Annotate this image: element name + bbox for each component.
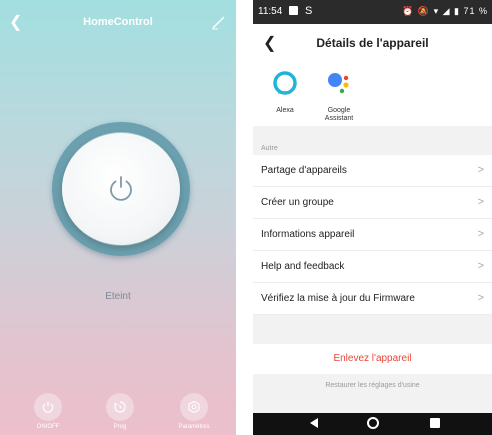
power-button[interactable] xyxy=(62,133,180,245)
settings-menu: Partage d'appareils > Créer un groupe > … xyxy=(253,155,492,315)
pencil-icon[interactable] xyxy=(210,14,226,30)
menu-item-label: Partage d'appareils xyxy=(261,165,347,176)
nav-recents-icon[interactable] xyxy=(430,418,440,428)
assistant-row: Alexa Google Assistant xyxy=(253,62,492,126)
onoff-button[interactable] xyxy=(34,393,62,421)
status-time: 11:54 xyxy=(258,6,283,17)
app-title: HomeControl xyxy=(83,16,153,28)
menu-item-create-group[interactable]: Créer un groupe > xyxy=(253,187,492,219)
android-nav-bar xyxy=(253,413,492,435)
nav-home-icon[interactable] xyxy=(367,417,379,429)
status-bar: 11:54 S ⏰ 🔕 ▾ ◢ ▮ 71 % xyxy=(253,0,492,24)
nav-back-icon[interactable] xyxy=(310,418,318,428)
onoff-label: ON/OFF xyxy=(36,424,60,430)
prog-label: Prog xyxy=(113,424,127,430)
menu-item-firmware[interactable]: Vérifiez la mise à jour du Firmware > xyxy=(253,283,492,315)
remove-device-label: Enlevez l'appareil xyxy=(333,353,412,364)
page-title: Détails de l'appareil xyxy=(316,36,429,50)
homecontrol-screen: ❮ HomeControl Eteint ON/OFF Prog Paramèt… xyxy=(0,0,236,435)
alexa-icon xyxy=(273,71,297,95)
chevron-right-icon: > xyxy=(477,228,484,240)
timer-icon xyxy=(114,401,126,413)
restore-factory-link[interactable]: Restaurer les réglages d'usine xyxy=(253,382,492,389)
chevron-right-icon: > xyxy=(477,196,484,208)
page-header: ❮ Détails de l'appareil xyxy=(253,24,492,62)
menu-item-device-info[interactable]: Informations appareil > xyxy=(253,219,492,251)
prog-button[interactable] xyxy=(106,393,134,421)
power-icon xyxy=(110,176,132,201)
notification-square-icon xyxy=(289,6,298,15)
google-assistant-item[interactable]: Google Assistant xyxy=(309,70,369,123)
alexa-label: Alexa xyxy=(276,107,294,114)
section-label: Autre xyxy=(261,145,278,152)
alexa-item[interactable]: Alexa xyxy=(255,70,315,115)
carrier-letter: S xyxy=(305,5,313,17)
device-details-screen: 11:54 S ⏰ 🔕 ▾ ◢ ▮ 71 % ❮ Détails de l'ap… xyxy=(253,0,492,435)
menu-item-label: Créer un groupe xyxy=(261,197,334,208)
power-icon xyxy=(42,401,54,413)
menu-item-label: Help and feedback xyxy=(261,261,345,272)
settings-icon xyxy=(188,400,200,414)
google-assistant-icon xyxy=(328,73,349,94)
menu-item-share[interactable]: Partage d'appareils > xyxy=(253,155,492,187)
menu-item-label: Informations appareil xyxy=(261,229,355,240)
chevron-right-icon: > xyxy=(477,164,484,176)
menu-item-help[interactable]: Help and feedback > xyxy=(253,251,492,283)
chevron-right-icon: > xyxy=(477,260,484,272)
app-header: ❮ HomeControl xyxy=(0,0,236,44)
menu-item-label: Vérifiez la mise à jour du Firmware xyxy=(261,293,415,304)
device-state-text: Eteint xyxy=(105,291,131,302)
settings-button[interactable] xyxy=(180,393,208,421)
settings-label: Paramètres xyxy=(178,424,210,430)
chevron-right-icon: > xyxy=(477,292,484,304)
status-icons: ⏰ 🔕 ▾ ◢ ▮ 71 % xyxy=(402,6,488,16)
remove-device-button[interactable]: Enlevez l'appareil xyxy=(253,344,492,374)
google-assistant-label: Google Assistant xyxy=(324,107,354,122)
